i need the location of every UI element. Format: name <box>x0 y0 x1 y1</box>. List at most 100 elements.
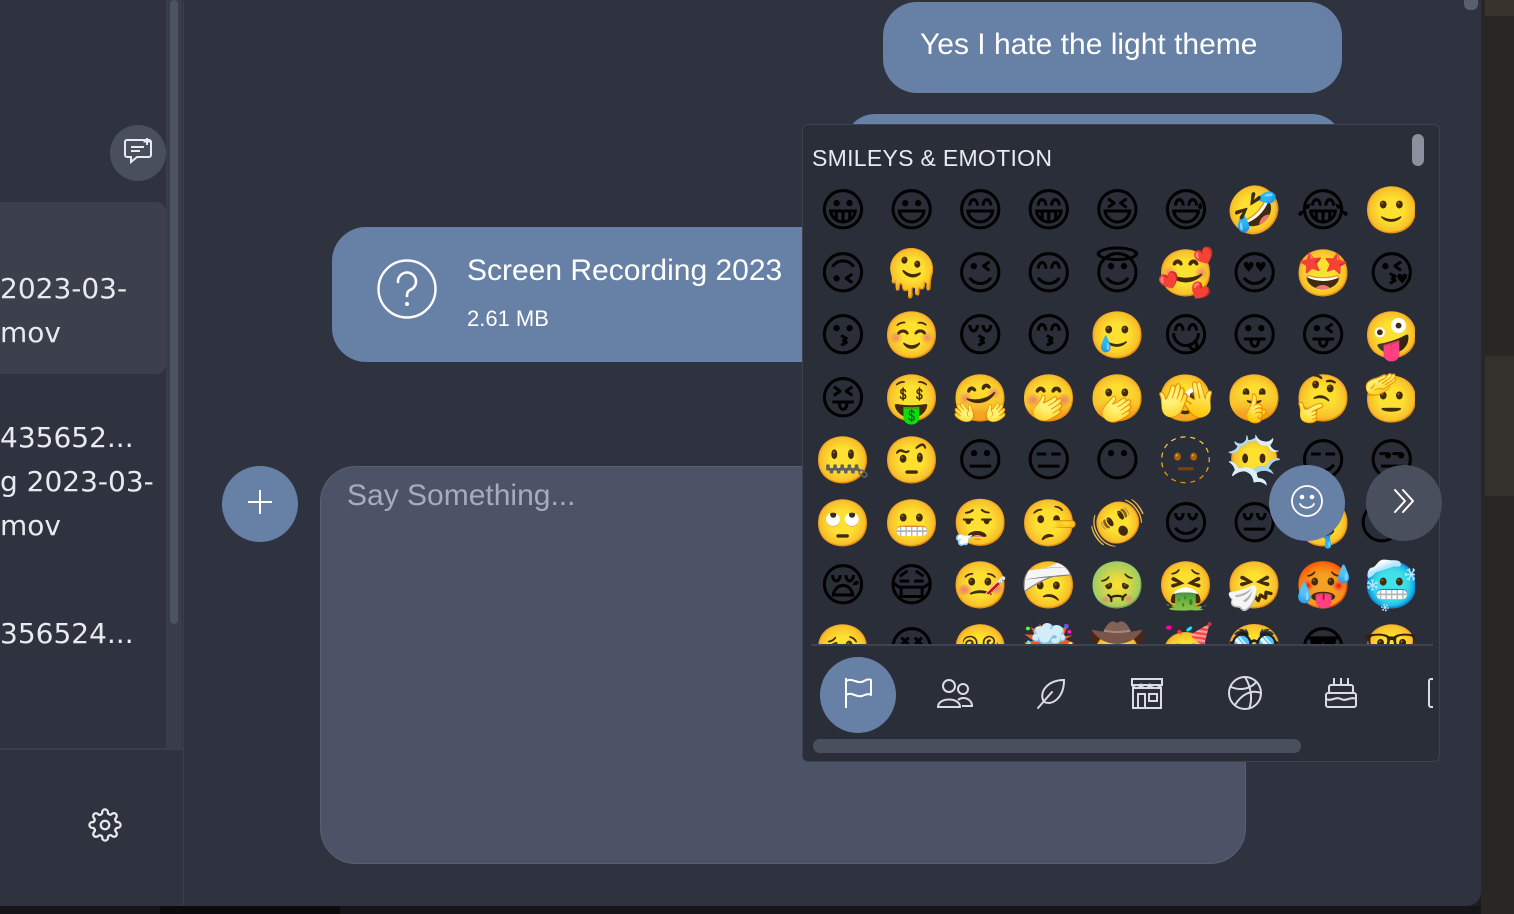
emoji-item[interactable]: 😚 <box>946 304 1014 367</box>
emoji-item[interactable]: 😝 <box>809 367 877 430</box>
emoji-item[interactable]: 😪 <box>809 554 877 617</box>
category-nature-button[interactable] <box>1013 657 1089 733</box>
emoji-item[interactable]: 🤠 <box>1083 617 1151 646</box>
emoji-item[interactable]: 😉 <box>946 242 1014 305</box>
message-text: Yes I hate the light theme <box>920 28 1258 61</box>
emoji-item[interactable]: 😅 <box>1152 179 1220 242</box>
emoji-item[interactable]: 🫣 <box>1152 367 1220 430</box>
conversation-line: mov <box>0 509 61 542</box>
emoji-item[interactable]: 😬 <box>878 492 946 555</box>
category-food-button[interactable] <box>1303 657 1379 733</box>
emoji-item[interactable]: ☺️ <box>878 304 946 367</box>
send-button[interactable] <box>1366 465 1442 541</box>
emoji-item[interactable]: 😆 <box>1083 179 1151 242</box>
emoji-item[interactable]: 😎 <box>1289 617 1357 646</box>
plus-icon <box>246 488 274 520</box>
category-scrollbar[interactable] <box>813 739 1301 753</box>
emoji-item[interactable]: 🤮 <box>1152 554 1220 617</box>
emoji-item[interactable]: 😷 <box>878 554 946 617</box>
emoji-item[interactable]: 🙄 <box>809 492 877 555</box>
emoji-item[interactable]: 🤩 <box>1289 242 1357 305</box>
emoji-item[interactable]: 🥲 <box>1083 304 1151 367</box>
category-people-button[interactable] <box>917 657 993 733</box>
emoji-item[interactable]: 😗 <box>809 304 877 367</box>
emoji-item[interactable]: 😶 <box>1083 429 1151 492</box>
category-flags-button[interactable] <box>820 657 896 733</box>
emoji-item[interactable]: 🥳 <box>1152 617 1220 646</box>
double-chevron-right-icon <box>1388 485 1420 521</box>
emoji-item[interactable]: 🤕 <box>1015 554 1083 617</box>
conversation-item[interactable]: 356524... <box>0 612 166 662</box>
question-circle-icon <box>376 258 438 320</box>
emoji-item[interactable]: 😮‍💨 <box>946 492 1014 555</box>
emoji-grid-area: 😀 😃 😄 😁 😆 😅 🤣 😂 🙂 🙃 🫠 😉 😊 😇 🥰 😍 🤩 😘 😗 ☺️ 😚 😙 🥲 😋 😛 😜 🤪 😝 🤑 🤗 🤭 🫢 🫣 🤫 🤔 🫡 🤐 🤨 😐… <box>803 179 1415 645</box>
conversation-line: mov <box>0 316 61 349</box>
emoji-item[interactable]: 🤭 <box>1015 367 1083 430</box>
emoji-item[interactable]: 😃 <box>878 179 946 242</box>
emoji-item[interactable]: 🫡 <box>1358 367 1415 430</box>
main-scroll-thumb[interactable] <box>1464 0 1478 10</box>
emoji-item[interactable]: 🥴 <box>809 617 877 646</box>
emoji-item[interactable]: 😀 <box>809 179 877 242</box>
emoji-item[interactable]: 😛 <box>1221 304 1289 367</box>
emoji-item[interactable]: 🤪 <box>1358 304 1415 367</box>
emoji-item[interactable]: 🥶 <box>1358 554 1415 617</box>
emoji-item[interactable]: 🤣 <box>1221 179 1289 242</box>
category-objects-button[interactable] <box>1399 657 1433 733</box>
emoji-item[interactable]: 😙 <box>1015 304 1083 367</box>
emoji-item[interactable]: 🤯 <box>1015 617 1083 646</box>
emoji-item[interactable]: 🤥 <box>1015 492 1083 555</box>
settings-button[interactable] <box>86 808 124 846</box>
sidebar-scroll-thumb[interactable] <box>170 0 178 624</box>
emoji-item[interactable]: 🤗 <box>946 367 1014 430</box>
emoji-item[interactable]: 🤢 <box>1083 554 1151 617</box>
people-icon <box>936 675 974 715</box>
emoji-scroll-thumb[interactable] <box>1412 134 1424 166</box>
category-activities-button[interactable] <box>1207 657 1283 733</box>
background-window-segment <box>1485 0 1514 16</box>
emoji-item[interactable]: 🤑 <box>878 367 946 430</box>
sidebar-scrollbar[interactable] <box>166 0 182 750</box>
emoji-item[interactable]: 🤐 <box>809 429 877 492</box>
emoji-item[interactable]: 😜 <box>1289 304 1357 367</box>
emoji-item[interactable]: 😵‍💫 <box>946 617 1014 646</box>
emoji-item[interactable]: 🫥 <box>1152 429 1220 492</box>
emoji-item[interactable]: 😁 <box>1015 179 1083 242</box>
emoji-item[interactable]: 😍 <box>1221 242 1289 305</box>
emoji-item[interactable]: 😊 <box>1015 242 1083 305</box>
emoji-item[interactable]: 😑 <box>1015 429 1083 492</box>
emoji-item[interactable]: 🫢 <box>1083 367 1151 430</box>
emoji-item[interactable]: 🤒 <box>946 554 1014 617</box>
emoji-item[interactable]: 🫨 <box>1083 492 1151 555</box>
emoji-item[interactable]: 🥰 <box>1152 242 1220 305</box>
new-chat-button[interactable] <box>110 125 166 181</box>
emoji-item[interactable]: 🥵 <box>1289 554 1357 617</box>
emoji-item[interactable]: 🙂 <box>1358 179 1415 242</box>
emoji-toggle-button[interactable] <box>1269 465 1345 541</box>
conversation-line: 2023-03- <box>0 272 128 305</box>
emoji-item[interactable]: 😄 <box>946 179 1014 242</box>
emoji-item[interactable]: 😌 <box>1152 492 1220 555</box>
emoji-item[interactable]: 🤨 <box>878 429 946 492</box>
emoji-item[interactable]: 😂 <box>1289 179 1357 242</box>
conversation-item[interactable]: 435652... g 2023-03- mov <box>0 416 166 556</box>
emoji-item[interactable]: 🤧 <box>1221 554 1289 617</box>
category-places-button[interactable] <box>1109 657 1185 733</box>
emoji-item[interactable]: 😇 <box>1083 242 1151 305</box>
emoji-item[interactable]: 🤓 <box>1358 617 1415 646</box>
conversation-item[interactable]: 2023-03- mov <box>0 202 166 374</box>
emoji-item[interactable]: 🙃 <box>809 242 877 305</box>
emoji-item[interactable]: 😵 <box>878 617 946 646</box>
emoji-item[interactable]: 😐 <box>946 429 1014 492</box>
emoji-item[interactable]: 😘 <box>1358 242 1415 305</box>
attach-button[interactable] <box>222 466 298 542</box>
emoji-item[interactable]: 🤔 <box>1289 367 1357 430</box>
emoji-item[interactable]: 🫠 <box>878 242 946 305</box>
emoji-item[interactable]: 🤫 <box>1221 367 1289 430</box>
emoji-item[interactable]: 🥸 <box>1221 617 1289 646</box>
basketball-icon <box>1227 675 1263 715</box>
message-bubble: Yes I hate the light theme <box>883 2 1342 93</box>
new-chat-icon <box>123 137 153 169</box>
emoji-item[interactable]: 😋 <box>1152 304 1220 367</box>
picker-divider <box>811 644 1433 646</box>
